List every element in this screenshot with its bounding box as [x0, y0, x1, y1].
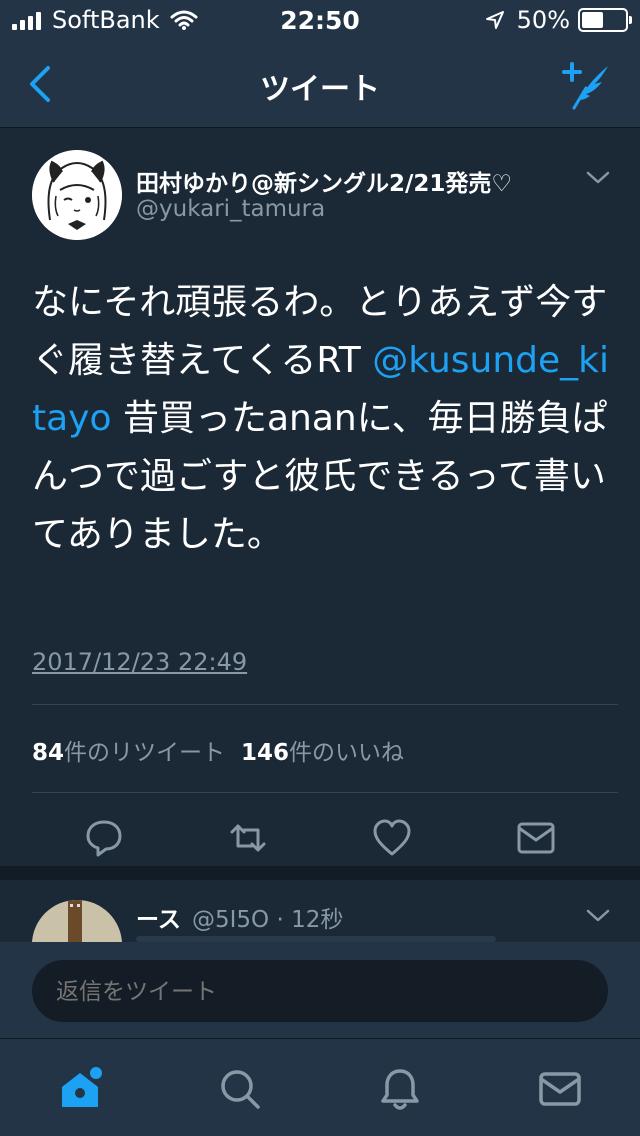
reply-author-name[interactable]: ース [136, 900, 181, 934]
tweet-text-after: 昔買ったananに、毎日勝負ぱんつで過ごすと彼氏できるって書いてありました。 [32, 398, 608, 555]
chevron-down-icon[interactable] [586, 170, 610, 186]
location-arrow-icon [485, 11, 504, 29]
divider [32, 792, 618, 793]
reply-icon[interactable] [82, 816, 126, 860]
nav-bar: ツイート [0, 40, 640, 128]
reply-bar [0, 942, 640, 1038]
tweet-stats: 84件のリツイート 146件のいいね [32, 733, 404, 767]
battery-icon [578, 8, 632, 32]
like-label: 件のいいね [289, 740, 405, 766]
status-right: 50% [485, 6, 632, 34]
reply-tweet[interactable]: ース @5I5O · 12秒 [0, 880, 640, 942]
avatar[interactable] [32, 150, 122, 240]
guitar-photo-icon [32, 900, 122, 942]
direct-message-icon[interactable] [514, 816, 558, 860]
retweet-icon[interactable] [226, 816, 270, 860]
retweet-label: 件のリツイート [64, 740, 226, 766]
author-handle[interactable]: @yukari_tamura [136, 196, 325, 222]
divider [32, 704, 618, 705]
reply-author-meta: @5I5O · 12秒 [192, 907, 344, 933]
tweet-detail: 田村ゆかり@新シングル2/21発売♡ @yukari_tamura なにそれ頑張… [0, 128, 640, 880]
notifications-icon[interactable] [376, 1065, 424, 1113]
battery-fill [582, 12, 603, 28]
chevron-down-icon[interactable] [586, 908, 610, 924]
retweet-stat[interactable]: 84件のリツイート [32, 740, 225, 766]
battery-percent: 50% [516, 6, 570, 34]
tab-bar [0, 1038, 640, 1136]
search-icon[interactable] [216, 1065, 264, 1113]
status-bar: SoftBank 22:50 50% [0, 0, 640, 40]
tweet-timestamp[interactable]: 2017/12/23 22:49 [32, 648, 247, 676]
page-title: ツイート [260, 72, 380, 107]
like-stat[interactable]: 146件のいいね [241, 740, 404, 766]
reply-input[interactable] [32, 960, 608, 1022]
avatar-illustration [32, 150, 122, 240]
avatar[interactable] [32, 900, 122, 942]
tweet-text: なにそれ頑張るわ。とりあえず今すぐ履き替えてくるRT @kusunde_kita… [32, 274, 612, 564]
author-name[interactable]: 田村ゆかり@新シングル2/21発売♡ [136, 164, 512, 198]
like-count: 146 [241, 740, 290, 766]
tweet-actions [0, 816, 640, 860]
section-separator [0, 866, 640, 880]
compose-tweet-icon[interactable] [560, 58, 618, 110]
retweet-count: 84 [32, 740, 65, 766]
home-icon[interactable] [56, 1065, 104, 1113]
messages-icon[interactable] [536, 1065, 584, 1113]
like-icon[interactable] [370, 816, 414, 860]
